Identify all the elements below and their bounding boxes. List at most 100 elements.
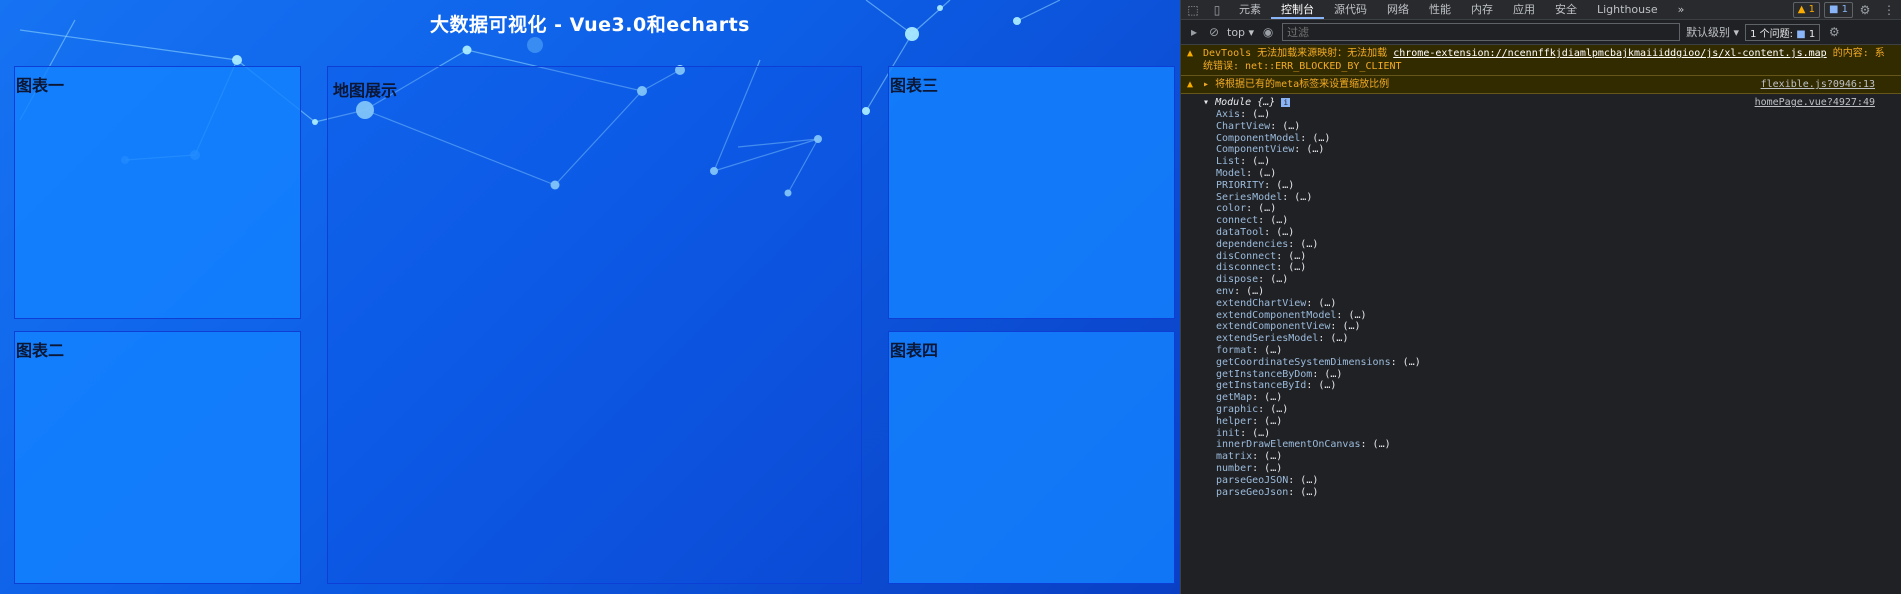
settings-gear-icon[interactable]: ⚙ [1853,3,1877,17]
property-value[interactable]: (…) [1342,321,1360,332]
tab-network[interactable]: 网络 [1377,0,1419,19]
inspect-element-icon[interactable]: ⬚ [1181,3,1205,17]
property-value[interactable]: (…) [1264,345,1282,356]
message-count: 1 [1841,3,1848,15]
module-property-row[interactable]: parseGeoJson: (…) [1216,487,1901,499]
property-value[interactable]: (…) [1258,168,1276,179]
module-property-row[interactable]: graphic: (…) [1216,404,1901,416]
module-property-row[interactable]: Model: (…) [1216,168,1901,180]
property-value[interactable]: (…) [1252,109,1270,120]
module-property-row[interactable]: extendComponentView: (…) [1216,321,1901,333]
module-property-row[interactable]: connect: (…) [1216,215,1901,227]
property-value[interactable]: (…) [1270,215,1288,226]
property-value[interactable]: (…) [1276,180,1294,191]
property-value[interactable]: (…) [1264,463,1282,474]
property-value[interactable]: (…) [1300,239,1318,250]
message-count-badge[interactable]: ■ 1 [1823,1,1853,18]
tab-sources[interactable]: 源代码 [1324,0,1377,19]
module-property-row[interactable]: getCoordinateSystemDimensions: (…) [1216,357,1901,369]
property-value[interactable]: (…) [1276,227,1294,238]
tab-elements[interactable]: 元素 [1229,0,1271,19]
warning-count-badge[interactable]: ▲ 1 [1792,1,1820,18]
tab-security[interactable]: 安全 [1545,0,1587,19]
module-property-row[interactable]: Axis: (…) [1216,109,1901,121]
tab-memory[interactable]: 内存 [1461,0,1503,19]
property-value[interactable]: (…) [1348,310,1366,321]
device-toolbar-icon[interactable]: ▯ [1205,3,1229,17]
property-value[interactable]: (…) [1270,274,1288,285]
module-property-row[interactable]: extendComponentModel: (…) [1216,310,1901,322]
property-value[interactable]: (…) [1288,262,1306,273]
property-value[interactable]: (…) [1258,203,1276,214]
module-property-row[interactable]: dataTool: (…) [1216,227,1901,239]
sourcemap-link[interactable]: chrome-extension://ncennffkjdiamlpmcbajk… [1393,48,1826,59]
module-property-row[interactable]: ComponentView: (…) [1216,144,1901,156]
property-value[interactable]: (…) [1252,428,1270,439]
source-link[interactable]: homePage.vue?4927:49 [1755,97,1875,109]
property-value[interactable]: (…) [1264,392,1282,403]
property-value[interactable]: (…) [1264,416,1282,427]
property-value[interactable]: (…) [1300,475,1318,486]
module-property-row[interactable]: innerDrawElementOnCanvas: (…) [1216,439,1901,451]
property-value[interactable]: (…) [1330,333,1348,344]
module-property-row[interactable]: getInstanceById: (…) [1216,380,1901,392]
module-log-entry[interactable]: ▾ Module {…} i homePage.vue?4927:49 [1181,94,1901,109]
property-value[interactable]: (…) [1288,251,1306,262]
expand-arrow-icon[interactable]: ▸ [1203,79,1209,90]
property-value[interactable]: (…) [1306,144,1324,155]
property-value[interactable]: (…) [1312,133,1330,144]
sidebar-toggle-icon[interactable]: ▸ [1187,25,1201,39]
property-value[interactable]: (…) [1282,121,1300,132]
more-tabs-button[interactable]: » [1668,0,1695,19]
property-value[interactable]: (…) [1270,404,1288,415]
property-value[interactable]: (…) [1373,439,1391,450]
module-property-row[interactable]: number: (…) [1216,463,1901,475]
tab-application[interactable]: 应用 [1503,0,1545,19]
module-property-row[interactable]: init: (…) [1216,428,1901,440]
module-property-row[interactable]: PRIORITY: (…) [1216,180,1901,192]
module-property-row[interactable]: format: (…) [1216,345,1901,357]
module-property-row[interactable]: dependencies: (…) [1216,239,1901,251]
info-icon[interactable]: i [1281,98,1291,107]
property-key: List [1216,156,1241,168]
issues-button[interactable]: 1 个问题: ■ 1 [1745,23,1821,41]
more-options-icon[interactable]: ⋮ [1877,3,1901,17]
property-value[interactable]: (…) [1318,298,1336,309]
module-property-row[interactable]: matrix: (…) [1216,451,1901,463]
property-value[interactable]: (…) [1264,451,1282,462]
property-key: graphic [1216,403,1259,415]
module-property-row[interactable]: ChartView: (…) [1216,121,1901,133]
module-property-row[interactable]: ComponentModel: (…) [1216,133,1901,145]
property-value[interactable]: (…) [1324,369,1342,380]
module-property-row[interactable]: env: (…) [1216,286,1901,298]
log-levels-dropdown[interactable]: 默认级别 ▾ [1686,24,1739,40]
module-property-row[interactable]: extendChartView: (…) [1216,298,1901,310]
module-property-row[interactable]: helper: (…) [1216,416,1901,428]
property-value[interactable]: (…) [1294,192,1312,203]
module-property-row[interactable]: disconnect: (…) [1216,262,1901,274]
property-value[interactable]: (…) [1300,487,1318,498]
live-expression-eye-icon[interactable]: ◉ [1260,25,1276,39]
module-property-row[interactable]: SeriesModel: (…) [1216,192,1901,204]
clear-console-icon[interactable]: ⊘ [1207,25,1221,39]
module-property-row[interactable]: getMap: (…) [1216,392,1901,404]
tab-lighthouse[interactable]: Lighthouse [1587,0,1668,19]
filter-input[interactable] [1282,23,1681,41]
property-value[interactable]: (…) [1318,380,1336,391]
module-property-row[interactable]: List: (…) [1216,156,1901,168]
module-property-row[interactable]: parseGeoJSON: (…) [1216,475,1901,487]
source-link[interactable]: flexible.js?0946:13 [1761,78,1875,91]
module-property-row[interactable]: color: (…) [1216,203,1901,215]
module-property-row[interactable]: disConnect: (…) [1216,251,1901,263]
module-property-row[interactable]: dispose: (…) [1216,274,1901,286]
module-property-row[interactable]: extendSeriesModel: (…) [1216,333,1901,345]
tab-performance[interactable]: 性能 [1419,0,1461,19]
console-settings-icon[interactable]: ⚙ [1826,25,1842,39]
property-value[interactable]: (…) [1252,156,1270,167]
property-value[interactable]: (…) [1403,357,1421,368]
module-property-row[interactable]: getInstanceByDom: (…) [1216,369,1901,381]
context-selector[interactable]: top ▾ [1227,26,1254,39]
collapse-arrow-icon[interactable]: ▾ [1203,97,1209,108]
property-value[interactable]: (…) [1246,286,1264,297]
tab-console[interactable]: 控制台 [1271,0,1324,19]
